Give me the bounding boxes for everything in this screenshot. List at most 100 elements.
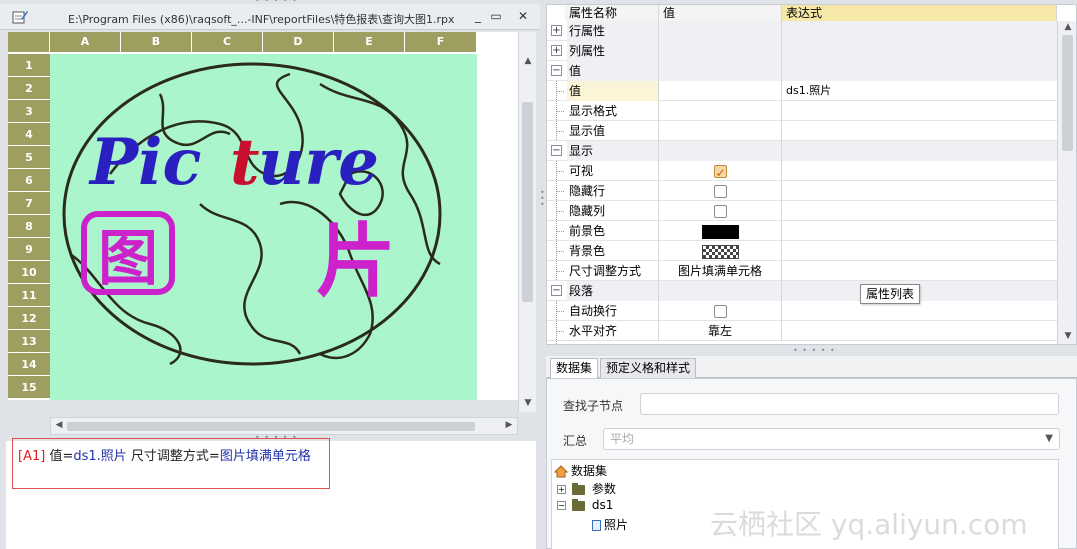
property-expression[interactable]	[782, 321, 1057, 341]
property-row-display-format[interactable]: 显示格式	[547, 101, 1057, 121]
property-row-word-wrap[interactable]: 自动换行	[547, 301, 1057, 321]
column-header-f[interactable]: F	[405, 32, 477, 52]
property-row-visible[interactable]: 可视	[547, 161, 1057, 183]
property-expression[interactable]: ds1.照片	[782, 81, 1057, 101]
property-row-hide-col[interactable]: 隐藏列	[547, 201, 1057, 221]
property-row-resize-mode[interactable]: 尺寸调整方式 图片填满单元格	[547, 261, 1057, 281]
hide-col-checkbox[interactable]	[713, 205, 727, 218]
tree-node-photo[interactable]: 照片	[592, 516, 628, 533]
grid-vscroll-thumb[interactable]	[522, 102, 533, 302]
column-header-c[interactable]: C	[192, 32, 263, 52]
row-header[interactable]: 8	[8, 215, 50, 238]
property-expression[interactable]	[782, 221, 1057, 241]
minimize-button[interactable]: _	[471, 9, 485, 23]
row-header[interactable]: 7	[8, 192, 50, 215]
property-expression[interactable]	[782, 101, 1057, 121]
grid-corner[interactable]	[8, 32, 50, 52]
row-header[interactable]: 2	[8, 77, 50, 100]
property-vertical-scrollbar[interactable]: ▲ ▼	[1057, 21, 1076, 344]
restore-button[interactable]: ▭	[489, 9, 503, 23]
row-header[interactable]: 14	[8, 353, 50, 376]
property-group-value[interactable]: − 值	[547, 61, 1057, 81]
row-header[interactable]: 5	[8, 146, 50, 169]
scroll-left-arrow-icon[interactable]: ◀	[53, 420, 65, 432]
property-row-display-value[interactable]: 显示值	[547, 121, 1057, 141]
hide-row-checkbox[interactable]	[713, 185, 727, 198]
property-row-partial[interactable]	[547, 341, 1057, 344]
row-header[interactable]: 11	[8, 284, 50, 307]
row-header[interactable]: 13	[8, 330, 50, 353]
property-expression[interactable]	[782, 121, 1057, 141]
summary-select[interactable]: 平均 ▼	[603, 428, 1060, 450]
expand-toggle-icon[interactable]: +	[557, 485, 566, 494]
row-header[interactable]: 1	[8, 54, 50, 77]
expand-toggle-icon[interactable]: +	[551, 25, 562, 36]
row-header[interactable]: 15	[8, 376, 50, 399]
collapse-toggle-icon[interactable]: −	[551, 65, 562, 76]
scroll-right-arrow-icon[interactable]: ▶	[503, 420, 515, 432]
collapse-toggle-icon[interactable]: −	[551, 145, 562, 156]
grid-hscroll-thumb[interactable]	[67, 422, 475, 431]
scroll-up-arrow-icon[interactable]: ▲	[1062, 22, 1074, 34]
tab-predefined-styles[interactable]: 预定义格和样式	[600, 358, 697, 378]
scroll-down-arrow-icon[interactable]: ▼	[1062, 331, 1074, 343]
property-row-hide-row[interactable]: 隐藏行	[547, 181, 1057, 201]
row-header[interactable]: 4	[8, 123, 50, 146]
collapse-toggle-icon[interactable]: −	[557, 501, 566, 510]
column-header-a[interactable]: A	[50, 32, 121, 52]
foreground-color-swatch[interactable]	[701, 224, 739, 239]
tree-node-params[interactable]: + 参数	[557, 480, 616, 497]
property-value[interactable]: 图片填满单元格	[659, 261, 782, 281]
property-row-foreground[interactable]: 前景色	[547, 221, 1057, 241]
tree-line	[557, 91, 565, 92]
tree-root-datasets[interactable]: 数据集	[554, 462, 607, 479]
row-header[interactable]: 3	[8, 100, 50, 123]
property-value[interactable]	[659, 101, 782, 121]
row-header[interactable]: 12	[8, 307, 50, 330]
tree-node-label: 照片	[604, 518, 629, 532]
property-expression[interactable]	[782, 301, 1057, 321]
close-button[interactable]: ✕	[516, 9, 530, 23]
property-row-h-align[interactable]: 水平对齐 靠左	[547, 321, 1057, 341]
header-value: 值	[659, 5, 782, 21]
property-group-col-attrs[interactable]: + 列属性	[547, 41, 1057, 61]
tree-line	[557, 131, 565, 132]
background-color-swatch[interactable]	[701, 244, 739, 259]
find-child-input[interactable]	[640, 393, 1059, 415]
property-value[interactable]	[659, 121, 782, 141]
property-value[interactable]: 靠左	[659, 321, 782, 341]
row-header[interactable]: 6	[8, 169, 50, 192]
property-expression[interactable]	[782, 181, 1057, 201]
word-wrap-checkbox[interactable]	[713, 305, 727, 318]
property-expression[interactable]	[782, 201, 1057, 221]
picture-cell-a1[interactable]: Pic t ure 图 片	[50, 54, 477, 400]
property-expression[interactable]	[782, 261, 1057, 281]
property-vscroll-thumb[interactable]	[1062, 35, 1073, 151]
scroll-up-arrow-icon[interactable]: ▲	[522, 56, 534, 68]
property-value[interactable]	[659, 81, 782, 101]
row-header[interactable]: 10	[8, 261, 50, 284]
picture-word-left: Pic	[88, 125, 201, 200]
column-header-b[interactable]: B	[121, 32, 192, 52]
scroll-down-arrow-icon[interactable]: ▼	[522, 398, 534, 410]
column-header-d[interactable]: D	[263, 32, 334, 52]
property-group-paragraph[interactable]: − 段落	[547, 281, 1057, 301]
tree-node-ds1[interactable]: − ds1	[557, 498, 613, 512]
expand-toggle-icon[interactable]: +	[551, 45, 562, 56]
property-grid: 属性名称 值 表达式 + 行属性 + 列属性 − 值 值 ds1.照片 显示格式…	[546, 4, 1077, 345]
property-row-background[interactable]: 背景色	[547, 241, 1057, 261]
tree-line	[557, 271, 565, 272]
property-group-display[interactable]: − 显示	[547, 141, 1057, 161]
tab-dataset[interactable]: 数据集	[550, 358, 599, 379]
row-header[interactable]: 9	[8, 238, 50, 261]
column-header-e[interactable]: E	[334, 32, 405, 52]
property-expression[interactable]	[782, 161, 1057, 181]
property-row-value[interactable]: 值 ds1.照片	[547, 81, 1057, 101]
property-expression[interactable]	[782, 241, 1057, 261]
right-splitter-grip[interactable]: • • • • •	[793, 346, 836, 355]
cell-status-box: [A1] 值=ds1.照片 尺寸调整方式=图片填满单元格	[12, 438, 330, 489]
collapse-toggle-icon[interactable]: −	[551, 285, 562, 296]
grid-vertical-scrollbar[interactable]: ▲ ▼	[518, 32, 536, 412]
visible-checkbox[interactable]	[713, 163, 727, 183]
property-group-row-attrs[interactable]: + 行属性	[547, 21, 1057, 41]
